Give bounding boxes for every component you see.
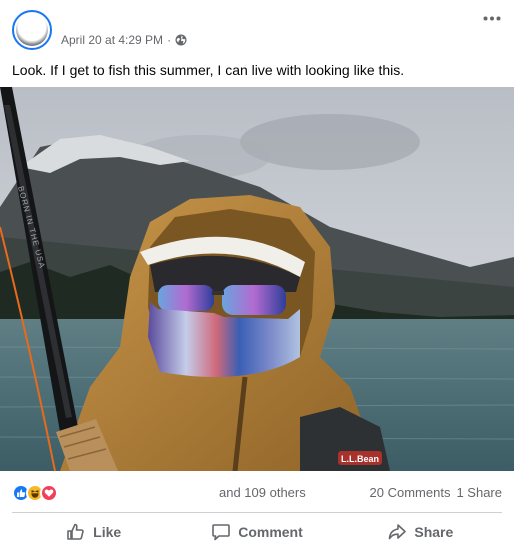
thumbs-up-icon bbox=[67, 523, 84, 540]
shares-count[interactable]: 1 Share bbox=[456, 485, 502, 500]
post-stats: and 109 others 20 Comments 1 Share bbox=[0, 471, 514, 511]
love-reaction-icon bbox=[40, 484, 58, 502]
share-label: Share bbox=[414, 524, 454, 540]
engagement-counts: 20 Comments 1 Share bbox=[370, 485, 502, 500]
post-meta: April 20 at 4:29 PM · bbox=[61, 32, 187, 48]
reactions-count[interactable]: and 109 others bbox=[219, 485, 306, 500]
post-caption: Look. If I get to fish this summer, I ca… bbox=[12, 62, 405, 78]
post-actions: Like Comment Share bbox=[12, 514, 502, 550]
comments-count[interactable]: 20 Comments bbox=[370, 485, 451, 500]
comment-label: Comment bbox=[238, 524, 303, 540]
comment-icon bbox=[212, 524, 231, 541]
avatar-image bbox=[16, 14, 48, 46]
jacket-logo: L.L.Bean bbox=[341, 454, 379, 464]
share-button[interactable]: Share bbox=[339, 514, 502, 550]
post-header: April 20 at 4:29 PM · bbox=[0, 0, 514, 60]
share-icon bbox=[389, 524, 407, 540]
like-label: Like bbox=[93, 524, 122, 540]
reaction-icons[interactable] bbox=[12, 484, 58, 502]
more-options-icon[interactable] bbox=[480, 8, 504, 28]
post-timestamp[interactable]: April 20 at 4:29 PM bbox=[61, 33, 163, 47]
divider bbox=[12, 512, 502, 513]
like-button[interactable]: Like bbox=[12, 514, 175, 550]
post-photo[interactable]: L.L.Bean BORN IN THE USA bbox=[0, 87, 514, 471]
avatar[interactable] bbox=[12, 10, 52, 50]
comment-button[interactable]: Comment bbox=[175, 514, 338, 550]
meta-separator: · bbox=[167, 33, 172, 47]
globe-icon[interactable] bbox=[175, 34, 187, 46]
